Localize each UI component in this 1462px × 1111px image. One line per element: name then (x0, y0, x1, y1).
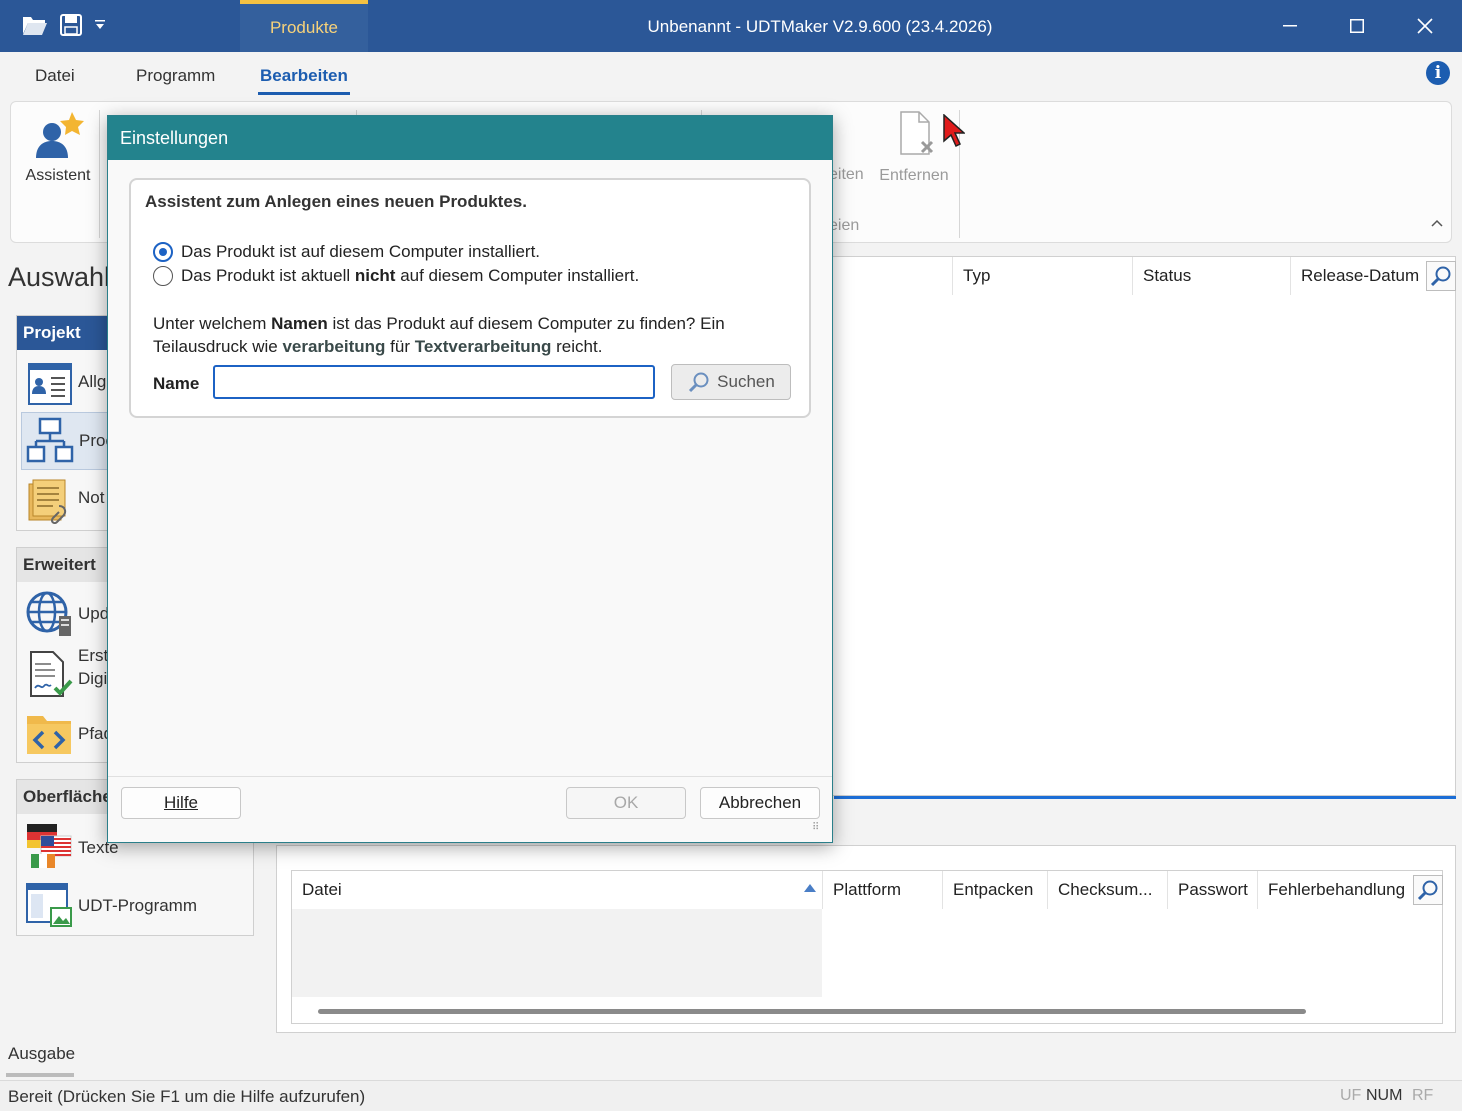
nav-item-label: UDT-Programm (78, 896, 198, 915)
status-text: Bereit (Drücken Sie F1 um die Hilfe aufz… (8, 1087, 366, 1106)
column-label: Datei (302, 880, 342, 899)
save-icon[interactable] (58, 10, 84, 40)
indicator-uf: UF (1340, 1087, 1362, 1104)
edit-button-partial[interactable]: eiten (829, 166, 864, 184)
column-header-release-datum[interactable]: Release-Datum (1290, 257, 1425, 295)
search-button-label: Suchen (717, 372, 775, 391)
assistant-icon (36, 112, 84, 158)
wizard-box: Assistent zum Anlegen eines neuen Produk… (129, 178, 811, 418)
status-bar: Bereit (Drücken Sie F1 um die Hilfe aufz… (0, 1080, 1462, 1111)
dialog-title[interactable]: Einstellungen (108, 116, 832, 160)
nav-item-udt-programm[interactable]: UDT-Programm (21, 878, 251, 932)
files-grid: Datei Plattform Entpacken Checksum... Pa… (291, 870, 1443, 1024)
radio-button-unchecked[interactable] (153, 266, 173, 286)
dialog-footer-divider (108, 776, 832, 777)
signed-document-icon (30, 651, 73, 697)
search-icon (689, 372, 709, 393)
tab-bearbeiten[interactable]: Bearbeiten (260, 66, 348, 86)
flags-icon (27, 824, 72, 868)
nav-item-label: Not (78, 488, 105, 507)
general-icon (28, 363, 72, 405)
minimize-button[interactable] (1256, 0, 1324, 52)
active-tab-indicator (258, 92, 350, 95)
close-button[interactable] (1391, 0, 1459, 52)
name-input[interactable] (213, 365, 655, 399)
files-search-button[interactable] (1413, 875, 1443, 905)
ribbon-group-label: eien (829, 217, 860, 234)
nav-item-label: Upd (78, 604, 110, 623)
title-bar: Produkte Unbenannt - UDTMaker V2.9.600 (… (0, 0, 1462, 52)
search-icon (1417, 880, 1438, 901)
settings-dialog: Einstellungen Assistent zum Anlegen eine… (107, 115, 833, 843)
ribbon-separator (99, 110, 100, 238)
wizard-heading: Assistent zum Anlegen eines neuen Produk… (145, 192, 527, 211)
column-header-typ[interactable]: Typ (952, 257, 1132, 295)
product-tree-icon (26, 417, 74, 463)
folder-code-icon (27, 716, 71, 754)
remove-button[interactable]: Entfernen (875, 110, 953, 185)
nav-item-label: Allg (78, 372, 107, 391)
column-header-checksum[interactable]: Checksum... (1047, 871, 1167, 909)
left-panel-title: Auswahl (8, 262, 111, 292)
nav-item-label: Erst (78, 646, 109, 665)
context-tab-produkte[interactable]: Produkte (240, 0, 368, 52)
maximize-button[interactable] (1323, 0, 1391, 52)
tab-programm[interactable]: Programm (136, 66, 215, 86)
mouse-cursor-icon (943, 113, 966, 153)
collapse-ribbon-icon[interactable] (1431, 214, 1443, 230)
globe-server-icon (26, 591, 71, 636)
radio-installed[interactable]: Das Produkt ist auf diesem Computer inst… (153, 242, 540, 262)
indicator-num: NUM (1366, 1087, 1403, 1104)
column-header-fehlerbehandlung[interactable]: Fehlerbehandlung (1257, 871, 1412, 909)
output-tab[interactable]: Ausgabe (8, 1044, 75, 1064)
window-title: Unbenannt - UDTMaker V2.9.600 (23.4.2026… (647, 17, 993, 36)
name-label: Name (153, 374, 200, 393)
help-button[interactable]: Hilfe (121, 787, 241, 819)
search-instructions: Unter welchem Namen ist das Produkt auf … (153, 314, 725, 356)
assistant-button[interactable]: Assistent (23, 110, 93, 185)
horizontal-scrollbar[interactable] (318, 1009, 1306, 1014)
ok-button[interactable]: OK (566, 787, 686, 819)
resize-grip-icon[interactable]: ⠿ (812, 822, 819, 833)
grid-empty-area (292, 909, 822, 997)
indicator-rf: RF (1412, 1087, 1434, 1104)
radio-not-installed[interactable]: Das Produkt ist aktuell nicht auf diesem… (153, 266, 639, 286)
cancel-button[interactable]: Abbrechen (700, 787, 820, 819)
ribbon-tab-bar: Datei Programm Bearbeiten (0, 52, 1462, 100)
notes-icon (28, 479, 67, 524)
output-tab-indicator (6, 1073, 74, 1077)
help-button-label: Hilfe (163, 793, 198, 812)
remove-document-icon (900, 111, 934, 155)
grid-search-button[interactable] (1426, 261, 1456, 291)
nav-item-label: Digi (78, 669, 108, 688)
app-window-icon (26, 883, 72, 927)
sort-ascending-icon (804, 884, 816, 892)
column-header-entpacken[interactable]: Entpacken (942, 871, 1047, 909)
files-panel: Datei Plattform Entpacken Checksum... Pa… (276, 845, 1456, 1033)
column-header-status[interactable]: Status (1132, 257, 1290, 295)
column-header-passwort[interactable]: Passwort (1167, 871, 1257, 909)
radio-not-installed-label: Das Produkt ist aktuell nicht auf diesem… (181, 266, 640, 285)
assistant-label: Assistent (25, 167, 91, 184)
radio-button-checked[interactable] (153, 242, 173, 262)
search-icon (1430, 266, 1451, 287)
column-header-plattform[interactable]: Plattform (822, 871, 942, 909)
remove-label: Entfernen (879, 167, 949, 184)
open-folder-icon[interactable] (20, 10, 50, 40)
search-button[interactable]: Suchen (671, 364, 791, 400)
radio-installed-label: Das Produkt ist auf diesem Computer inst… (181, 242, 541, 261)
tab-datei[interactable]: Datei (35, 66, 75, 86)
column-header-datei[interactable]: Datei (292, 871, 822, 909)
quick-access-dropdown-icon[interactable] (92, 10, 108, 40)
splitter-line[interactable] (834, 796, 1456, 799)
info-icon[interactable]: i (1426, 61, 1450, 85)
